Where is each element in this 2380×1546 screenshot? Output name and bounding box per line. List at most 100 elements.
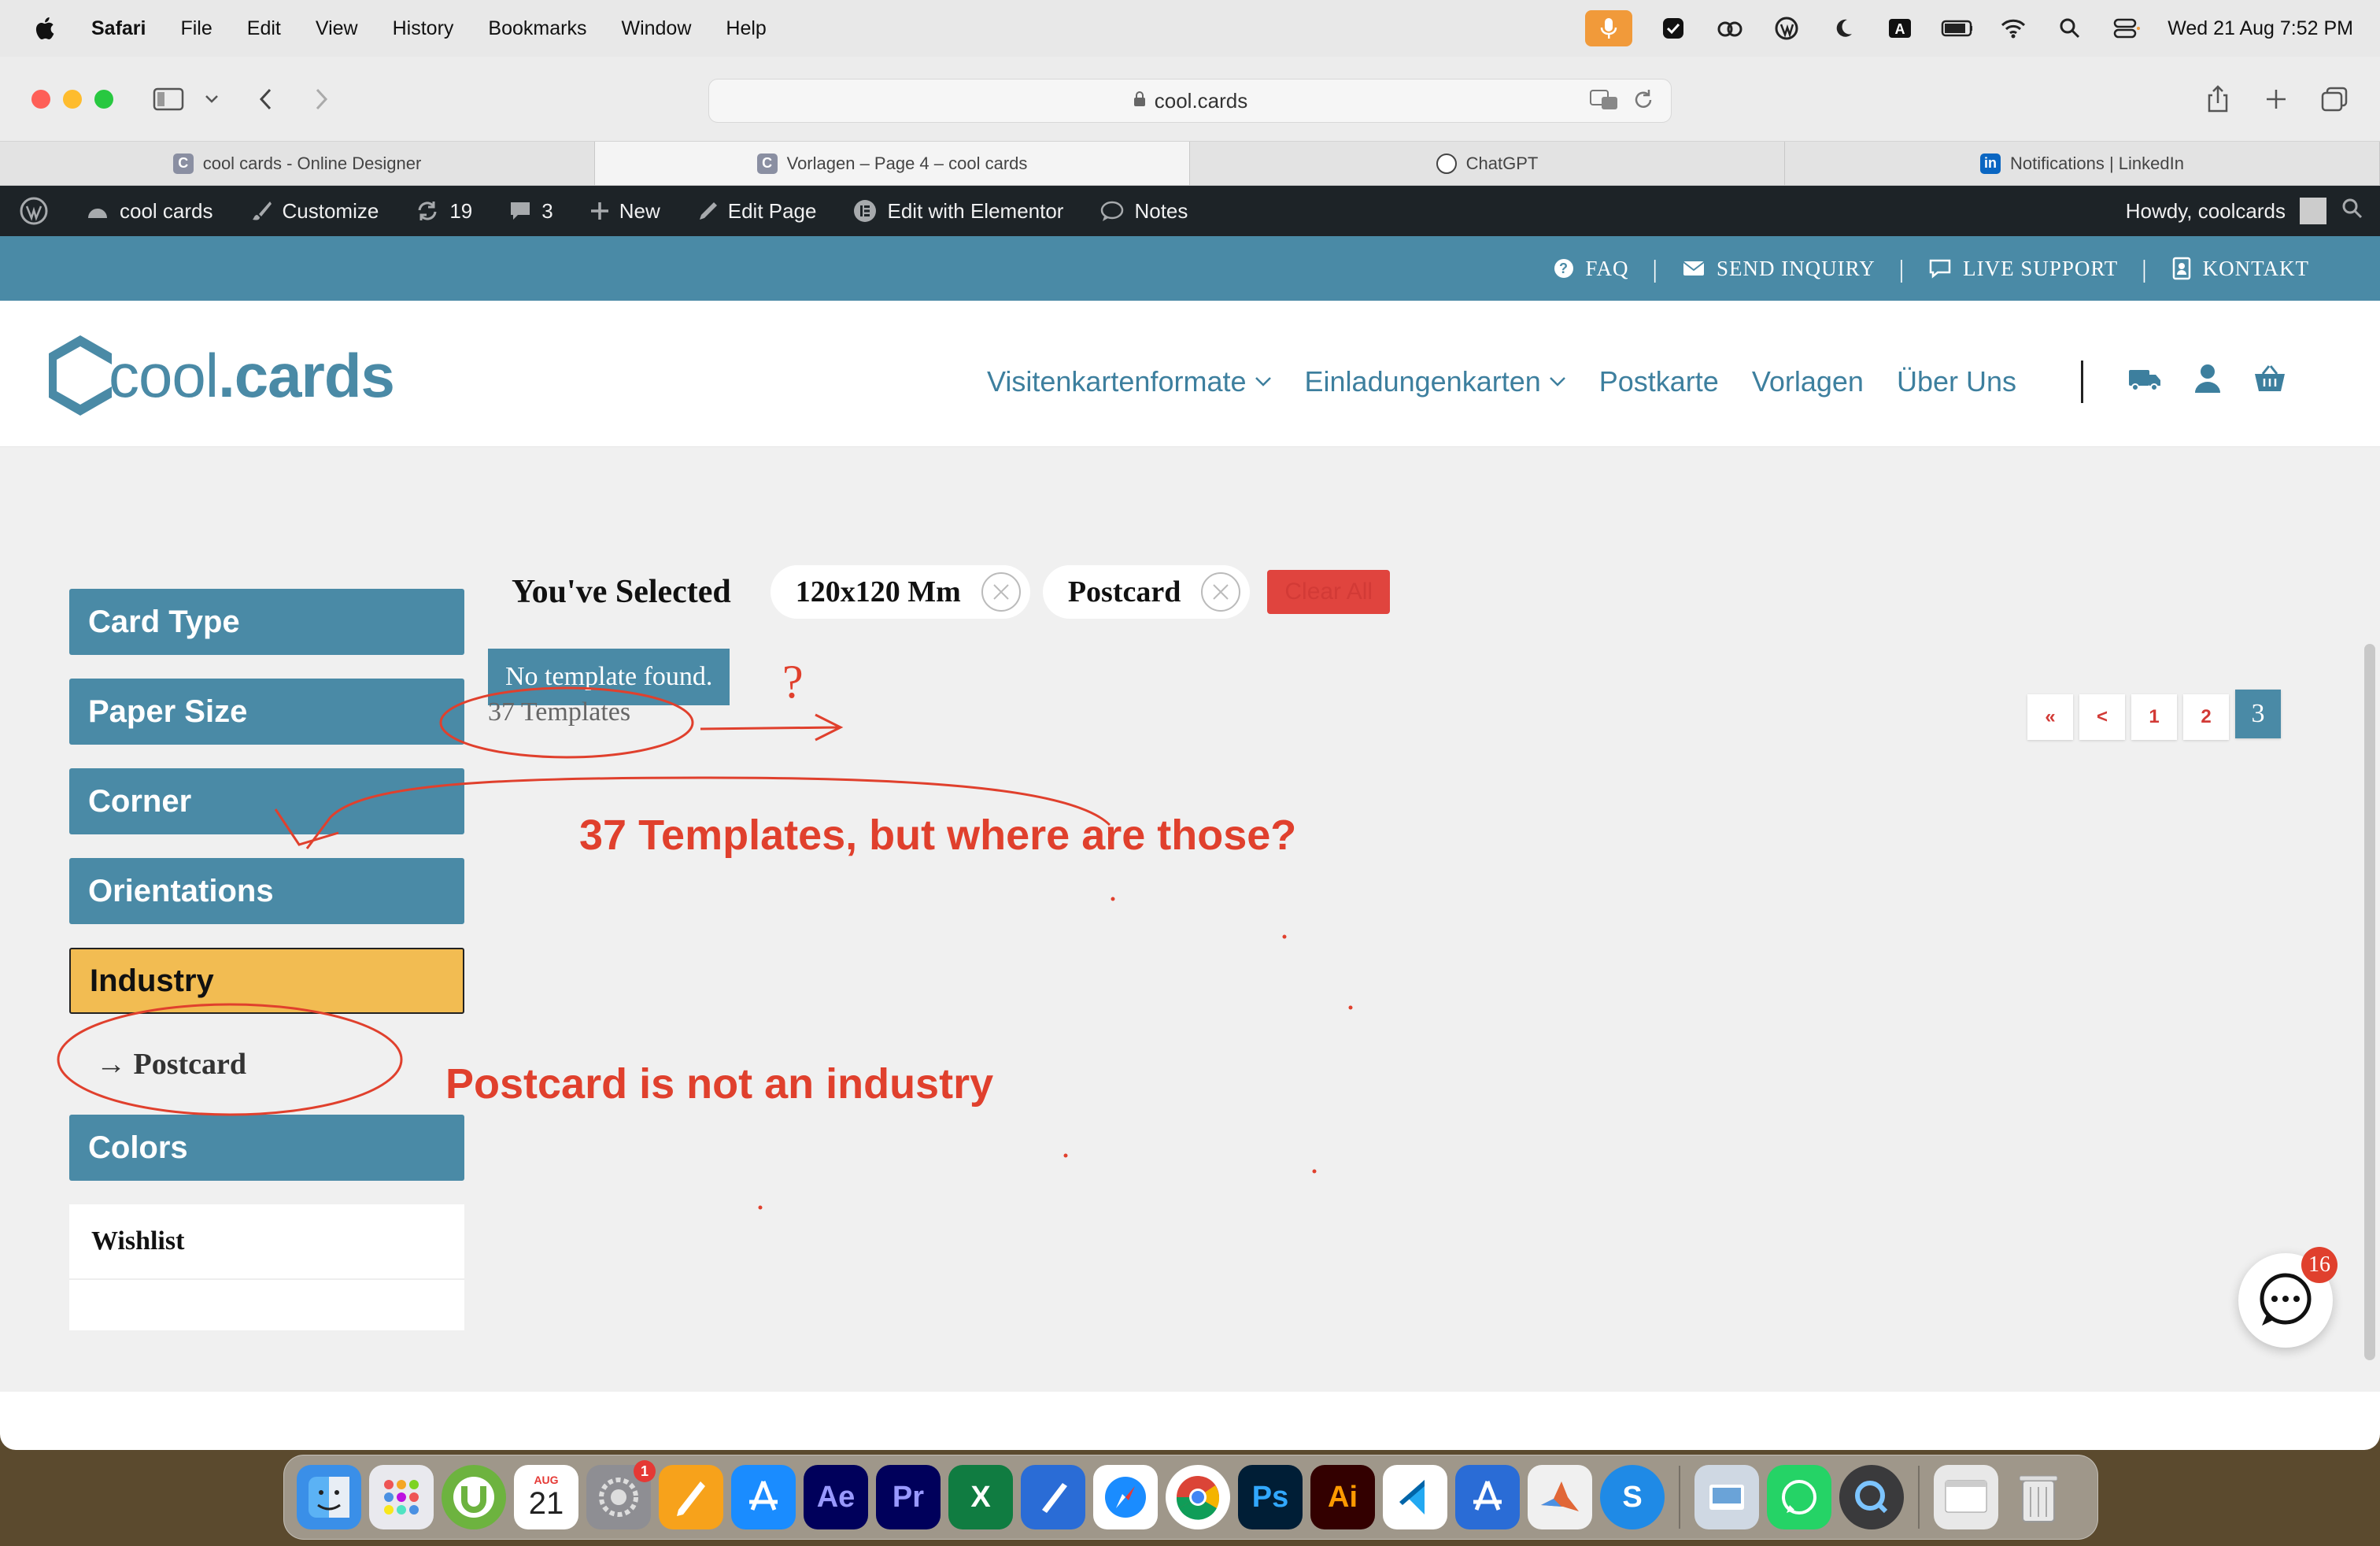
admin-new-link[interactable]: New <box>589 199 660 224</box>
minimize-window-button[interactable] <box>63 90 82 109</box>
whatsapp-icon[interactable] <box>1767 1465 1831 1529</box>
preview-icon[interactable] <box>1694 1465 1759 1529</box>
forward-button[interactable] <box>304 82 338 117</box>
utorrent-icon[interactable] <box>442 1465 506 1529</box>
launchpad-icon[interactable] <box>369 1465 434 1529</box>
page-2-button[interactable]: 2 <box>2183 694 2229 740</box>
share-icon[interactable] <box>2201 82 2235 117</box>
send-inquiry-link[interactable]: SEND INQUIRY <box>1682 257 1876 281</box>
menu-view[interactable]: View <box>316 17 358 40</box>
zoom-window-button[interactable] <box>94 90 113 109</box>
filter-industry[interactable]: Industry <box>69 948 464 1014</box>
back-button[interactable] <box>249 82 283 117</box>
page-1-button[interactable]: 1 <box>2131 694 2177 740</box>
vscode-icon[interactable] <box>1383 1465 1447 1529</box>
chrome-icon[interactable] <box>1166 1465 1230 1529</box>
admin-comments-link[interactable]: 3 <box>508 199 553 224</box>
matlab-icon[interactable] <box>1528 1465 1592 1529</box>
skype-icon[interactable]: S <box>1600 1465 1665 1529</box>
tab-online-designer[interactable]: C cool cards - Online Designer <box>0 142 595 185</box>
excel-icon[interactable]: X <box>948 1465 1013 1529</box>
admin-edit-page-link[interactable]: Edit Page <box>697 199 816 224</box>
calendar-icon[interactable]: AUG 21 <box>514 1465 578 1529</box>
remove-chip-icon[interactable] <box>1201 572 1241 612</box>
menu-file[interactable]: File <box>180 17 212 40</box>
filter-card-type[interactable]: Card Type <box>69 589 464 655</box>
after-effects-icon[interactable]: Ae <box>804 1465 868 1529</box>
xcode-icon[interactable] <box>1021 1465 1085 1529</box>
quicktime-icon[interactable] <box>1839 1465 1904 1529</box>
illustrator-icon[interactable]: Ai <box>1310 1465 1375 1529</box>
nav-vorlagen[interactable]: Vorlagen <box>1752 365 1864 398</box>
nav-einladungenkarten[interactable]: Einladungenkarten <box>1305 365 1566 398</box>
admin-notes-link[interactable]: Notes <box>1099 199 1188 224</box>
filter-colors[interactable]: Colors <box>69 1115 464 1181</box>
new-tab-icon[interactable] <box>2259 82 2293 117</box>
live-chat-button[interactable]: 16 <box>2238 1247 2338 1348</box>
battery-icon[interactable] <box>1941 13 1973 44</box>
live-support-link[interactable]: LIVE SUPPORT <box>1928 257 2118 281</box>
pages-icon[interactable] <box>659 1465 723 1529</box>
moon-icon[interactable] <box>1828 13 1859 44</box>
menu-history[interactable]: History <box>393 17 454 40</box>
nav-postkarte[interactable]: Postkarte <box>1599 365 1719 398</box>
premiere-pro-icon[interactable]: Pr <box>876 1465 941 1529</box>
trash-icon[interactable] <box>2006 1465 2071 1529</box>
wifi-icon[interactable] <box>1998 13 2029 44</box>
microphone-icon[interactable] <box>1585 10 1633 46</box>
system-settings-icon[interactable]: 1 <box>586 1460 656 1529</box>
admin-site-link[interactable]: cool cards <box>85 199 213 224</box>
site-logo[interactable]: cool.cards <box>46 332 395 419</box>
admin-search-icon[interactable] <box>2341 197 2364 226</box>
tab-vorlagen[interactable]: C Vorlagen – Page 4 – cool cards <box>595 142 1190 185</box>
chrome-app-window-icon[interactable] <box>1934 1465 1998 1529</box>
nav-ueber-uns[interactable]: Über Uns <box>1897 365 2016 398</box>
reload-icon[interactable] <box>1632 87 1655 118</box>
filter-paper-size[interactable]: Paper Size <box>69 679 464 745</box>
page-scrollbar[interactable] <box>2364 644 2375 1360</box>
menu-help[interactable]: Help <box>726 17 766 40</box>
admin-elementor-link[interactable]: Edit with Elementor <box>852 198 1063 224</box>
filter-corner[interactable]: Corner <box>69 768 464 834</box>
admin-howdy[interactable]: Howdy, coolcards <box>2126 199 2286 224</box>
remove-chip-icon[interactable] <box>981 572 1021 612</box>
finder-icon[interactable] <box>297 1465 361 1529</box>
safari-icon[interactable] <box>1093 1465 1158 1529</box>
app-store-icon[interactable] <box>731 1465 796 1529</box>
tab-chatgpt[interactable]: ChatGPT <box>1190 142 1785 185</box>
control-center-icon[interactable] <box>2111 13 2142 44</box>
sidebar-toggle-icon[interactable] <box>151 82 186 117</box>
nav-visitenkartenformate[interactable]: Visitenkartenformate <box>987 365 1272 398</box>
input-source-icon[interactable]: A <box>1884 13 1916 44</box>
kontakt-link[interactable]: KONTAKT <box>2171 257 2309 281</box>
close-window-button[interactable] <box>31 90 50 109</box>
checkmark-app-icon[interactable] <box>1658 13 1689 44</box>
wishlist-title[interactable]: Wishlist <box>69 1204 464 1280</box>
admin-updates-link[interactable]: 19 <box>415 199 472 224</box>
user-icon[interactable] <box>2193 363 2222 401</box>
page-first-button[interactable]: « <box>2027 694 2073 740</box>
photoshop-icon[interactable]: Ps <box>1238 1465 1303 1529</box>
filter-orientations[interactable]: Orientations <box>69 858 464 924</box>
menu-bar-clock[interactable]: Wed 21 Aug 7:52 PM <box>2168 17 2353 40</box>
creative-cloud-icon[interactable] <box>1714 13 1746 44</box>
admin-customize-link[interactable]: Customize <box>249 199 379 224</box>
clear-all-button[interactable]: Clear All <box>1267 570 1391 614</box>
simulator-icon[interactable] <box>1455 1465 1520 1529</box>
faq-link[interactable]: ? FAQ <box>1553 257 1629 281</box>
page-prev-button[interactable]: < <box>2079 694 2125 740</box>
chevron-down-icon[interactable] <box>201 82 222 117</box>
tab-linkedin[interactable]: in Notifications | LinkedIn <box>1785 142 2380 185</box>
address-bar[interactable]: cool.cards <box>708 79 1672 123</box>
menu-edit[interactable]: Edit <box>247 17 281 40</box>
translate-icon[interactable] <box>1589 87 1621 118</box>
apple-logo-icon[interactable] <box>31 14 60 43</box>
search-icon[interactable] <box>2054 13 2086 44</box>
industry-option-postcard[interactable]: → Postcard <box>69 1014 464 1115</box>
cart-basket-icon[interactable] <box>2253 364 2286 400</box>
menu-app-name[interactable]: Safari <box>91 17 146 40</box>
wordpress-logo-icon[interactable] <box>19 196 49 226</box>
tab-overview-icon[interactable] <box>2317 82 2352 117</box>
wordpress-icon[interactable] <box>1771 13 1802 44</box>
menu-bookmarks[interactable]: Bookmarks <box>488 17 586 40</box>
